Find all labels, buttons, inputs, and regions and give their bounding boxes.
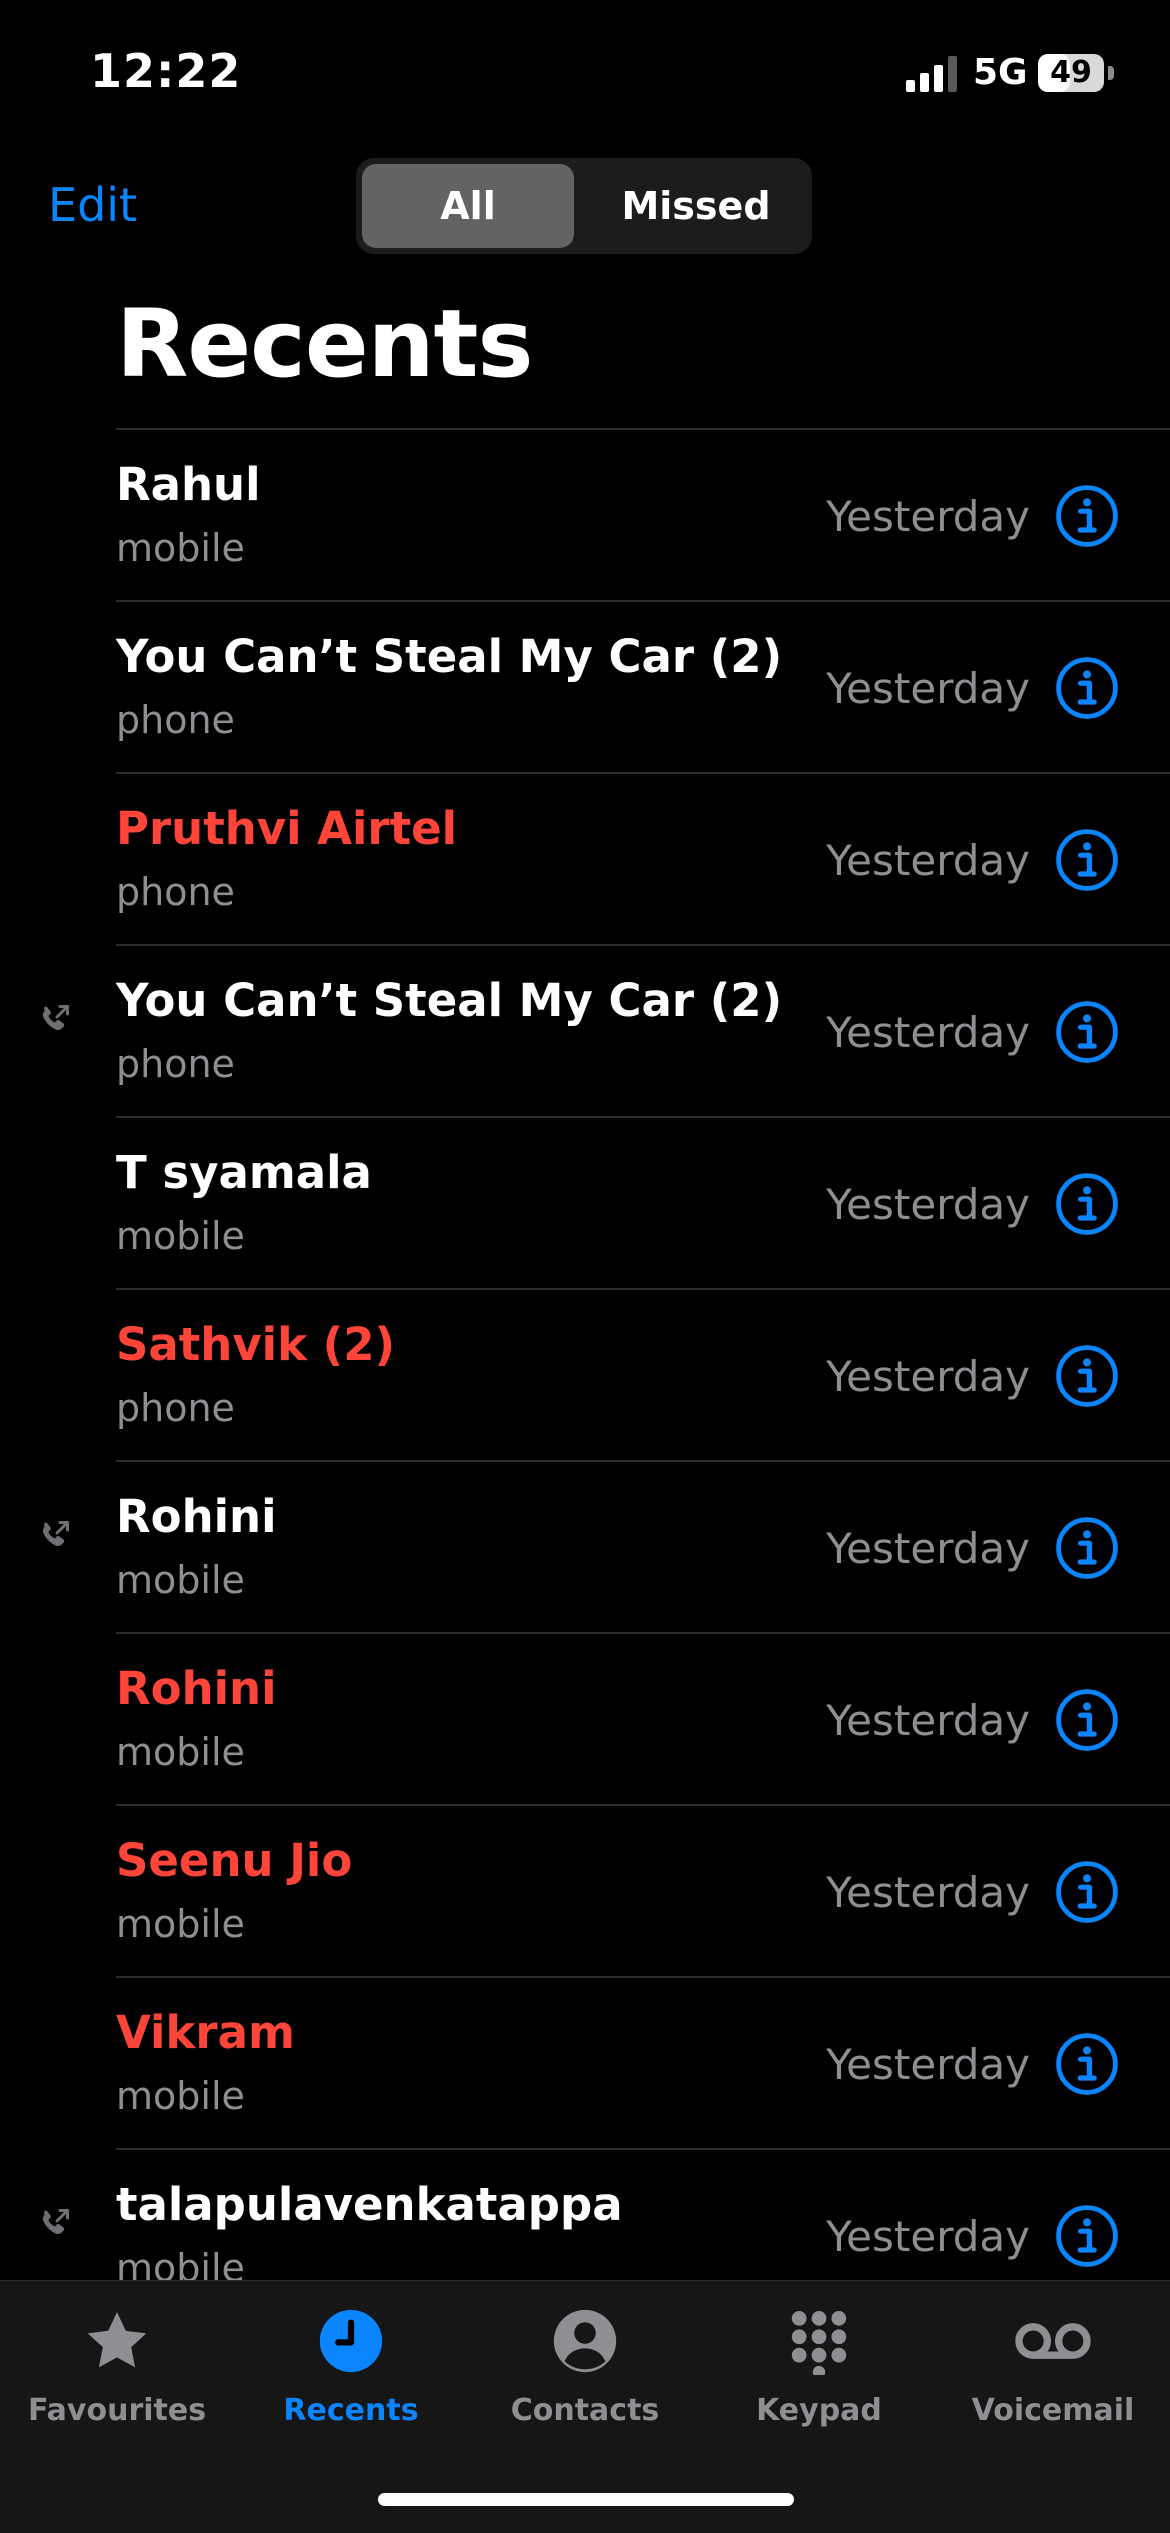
tab-label: Favourites	[27, 2393, 207, 2428]
tab-label: Voicemail	[971, 2393, 1135, 2428]
info-icon[interactable]	[1055, 828, 1119, 892]
segmented-control: All Missed	[356, 158, 812, 254]
call-row[interactable]: You Can’t Steal My Car (2) phone Yesterday	[0, 946, 1170, 1118]
info-icon[interactable]	[1055, 1860, 1119, 1924]
call-type: phone	[116, 1386, 235, 1430]
call-type: phone	[116, 870, 235, 914]
contact-name: talapulavenkatappa	[116, 2178, 623, 2231]
call-date: Yesterday	[826, 492, 1030, 541]
info-icon[interactable]	[1055, 1516, 1119, 1580]
outgoing-call-icon	[42, 2209, 69, 2235]
star-icon	[87, 2312, 147, 2368]
page-title: Recents	[116, 290, 533, 399]
call-row[interactable]: T syamala mobile Yesterday	[0, 1118, 1170, 1290]
info-icon[interactable]	[1055, 484, 1119, 548]
info-icon[interactable]	[1055, 656, 1119, 720]
tab-label: Recents	[283, 2393, 419, 2428]
tab-voicemail[interactable]: Voicemail	[936, 2281, 1170, 2461]
call-type: phone	[116, 698, 235, 742]
network-type: 5G	[973, 52, 1028, 93]
cellular-signal-icon	[906, 56, 957, 92]
contact-name: Seenu Jio	[116, 1834, 353, 1887]
call-row[interactable]: Pruthvi Airtel phone Yesterday	[0, 774, 1170, 946]
status-time: 12:22	[90, 44, 242, 98]
voicemail-icon	[1015, 2323, 1091, 2359]
info-icon[interactable]	[1055, 1688, 1119, 1752]
tab-keypad[interactable]: Keypad	[702, 2281, 936, 2461]
outgoing-call-icon	[42, 1005, 69, 1031]
battery-percent: 49	[1050, 55, 1092, 90]
contact-name: Pruthvi Airtel	[116, 802, 458, 855]
info-icon[interactable]	[1055, 2204, 1119, 2268]
call-date: Yesterday	[826, 1352, 1030, 1401]
tab-label: Keypad	[756, 2393, 882, 2428]
segment-all[interactable]: All	[362, 164, 574, 248]
contact-name: Rohini	[116, 1662, 277, 1715]
edit-button[interactable]: Edit	[48, 178, 137, 232]
call-date: Yesterday	[826, 836, 1030, 885]
tab-recents[interactable]: Recents	[234, 2281, 468, 2461]
call-type: mobile	[116, 1730, 245, 1774]
call-row[interactable]: Rohini mobile Yesterday	[0, 1634, 1170, 1806]
contact-name: Rahul	[116, 458, 261, 511]
call-type: mobile	[116, 2074, 245, 2118]
call-type: phone	[116, 1042, 235, 1086]
call-row[interactable]: Rohini mobile Yesterday	[0, 1462, 1170, 1634]
call-date: Yesterday	[826, 1868, 1030, 1917]
person-icon	[553, 2309, 617, 2373]
battery-cap	[1108, 66, 1114, 80]
call-date: Yesterday	[826, 2212, 1030, 2261]
call-row[interactable]: Sathvik (2) phone Yesterday	[0, 1290, 1170, 1462]
call-row[interactable]: Vikram mobile Yesterday	[0, 1978, 1170, 2150]
contact-name: Rohini	[116, 1490, 277, 1543]
call-row[interactable]: Seenu Jio mobile Yesterday	[0, 1806, 1170, 1978]
info-icon[interactable]	[1055, 1344, 1119, 1408]
call-date: Yesterday	[826, 2040, 1030, 2089]
info-icon[interactable]	[1055, 1172, 1119, 1236]
call-type: mobile	[116, 1558, 245, 1602]
contact-name: Sathvik (2)	[116, 1318, 396, 1371]
segment-missed[interactable]: Missed	[586, 164, 806, 248]
outgoing-call-icon	[42, 1521, 69, 1547]
info-icon[interactable]	[1055, 2032, 1119, 2096]
call-row[interactable]: You Can’t Steal My Car (2) phone Yesterday	[0, 602, 1170, 774]
battery-icon: 49	[1038, 54, 1104, 92]
call-date: Yesterday	[826, 1696, 1030, 1745]
contact-name: You Can’t Steal My Car (2)	[116, 630, 783, 683]
tab-favourites[interactable]: Favourites	[0, 2281, 234, 2461]
call-type: mobile	[116, 1902, 245, 1946]
call-type: mobile	[116, 1214, 245, 1258]
call-date: Yesterday	[826, 1008, 1030, 1057]
call-row[interactable]: Rahul mobile Yesterday	[0, 430, 1170, 602]
info-icon[interactable]	[1055, 1000, 1119, 1064]
contact-name: T syamala	[116, 1146, 372, 1199]
clock-icon	[319, 2309, 383, 2373]
call-type: mobile	[116, 526, 245, 570]
call-date: Yesterday	[826, 1180, 1030, 1229]
home-indicator[interactable]	[378, 2493, 794, 2506]
contact-name: You Can’t Steal My Car (2)	[116, 974, 783, 1027]
tab-contacts[interactable]: Contacts	[468, 2281, 702, 2461]
call-date: Yesterday	[826, 664, 1030, 713]
keypad-icon	[791, 2310, 847, 2375]
call-date: Yesterday	[826, 1524, 1030, 1573]
contact-name: Vikram	[116, 2006, 295, 2059]
tab-label: Contacts	[510, 2393, 660, 2428]
status-bar: 12:22 5G 49	[0, 0, 1170, 140]
